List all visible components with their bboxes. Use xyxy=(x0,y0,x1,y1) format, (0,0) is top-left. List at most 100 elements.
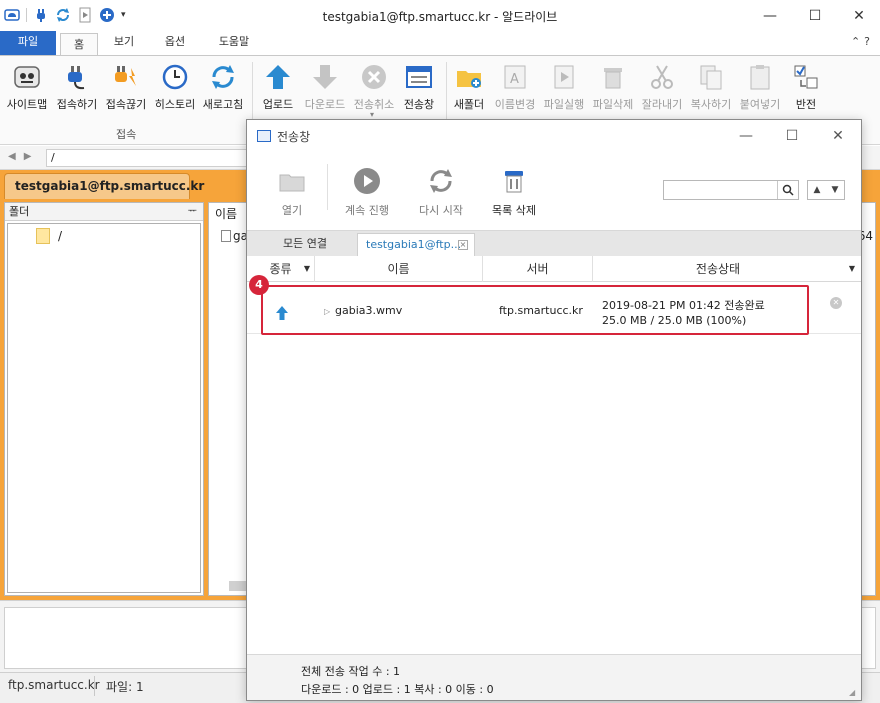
folder-name: / xyxy=(58,229,63,243)
delete-file-button[interactable]: 파일삭제 xyxy=(589,62,637,114)
upload-button[interactable]: 업로드 xyxy=(256,62,300,114)
delete-file-label: 파일삭제 xyxy=(592,98,634,111)
transfer-maximize-button[interactable]: ☐ xyxy=(769,120,815,152)
run-file-button[interactable]: 파일실행 xyxy=(540,62,588,114)
transfer-row[interactable]: ▷ gabia3.wmv ftp.smartucc.kr 2019-08-21 … xyxy=(247,282,861,334)
upload-label: 업로드 xyxy=(262,98,294,111)
total-transfer-count: 전체 전송 작업 수 : 1 xyxy=(301,665,401,678)
restart-label: 다시 시작 xyxy=(419,204,463,217)
dropdown-icon[interactable]: ▼ xyxy=(849,256,855,282)
session-tab[interactable]: testgabia1@ftp.smartucc.kr xyxy=(4,173,204,199)
tab-home[interactable]: 홈 xyxy=(60,33,98,56)
column-name[interactable]: 이름 xyxy=(315,256,483,282)
cancel-transfer-button[interactable]: 전송취소 xyxy=(350,62,398,114)
invert-selection-label: 반전 xyxy=(795,98,817,111)
toolbar-separator xyxy=(327,164,328,210)
open-button[interactable]: 열기 xyxy=(267,166,317,218)
ribbon-collapse-help[interactable]: ⌃? xyxy=(851,35,874,48)
sitemap-button[interactable]: 사이트맵 xyxy=(4,62,50,114)
transfer-window-button[interactable]: 전송창 xyxy=(399,62,439,114)
play-circle-icon xyxy=(354,168,380,194)
plug-disconnect-icon xyxy=(115,66,136,86)
column-server[interactable]: 서버 xyxy=(483,256,593,282)
transfer-close-button[interactable]: ✕ xyxy=(815,120,861,152)
connect-button[interactable]: 접속하기 xyxy=(54,62,100,114)
address-input[interactable]: / xyxy=(46,149,256,167)
invert-selection-button[interactable]: 반전 xyxy=(786,62,826,114)
copy-button[interactable]: 복사하기 xyxy=(687,62,735,114)
dropdown-icon[interactable]: ▼ xyxy=(304,256,310,282)
resume-label: 계속 진행 xyxy=(345,204,389,217)
tab-help[interactable]: 도움말 xyxy=(208,31,260,55)
transfer-minimize-button[interactable]: — xyxy=(723,120,769,152)
folder-open-icon xyxy=(279,174,305,192)
new-folder-button[interactable]: 새폴더 xyxy=(449,62,489,114)
transfer-titlebar: 전송창 — ☐ ✕ xyxy=(247,120,861,152)
tab-close-icon[interactable]: × xyxy=(458,240,468,250)
tab-session-label: testgabia1@ftp... xyxy=(366,238,462,251)
pin-icon[interactable]: ᅲ xyxy=(188,203,197,220)
status-server: ftp.smartucc.kr xyxy=(8,678,100,692)
search-prev-icon[interactable]: ▲ xyxy=(814,185,821,195)
folder-icon xyxy=(36,228,50,244)
svg-text:A: A xyxy=(510,72,519,87)
disconnect-button[interactable]: 접속끊기 xyxy=(103,62,149,114)
resize-grip-icon[interactable]: ◢ xyxy=(849,688,859,698)
download-button[interactable]: 다운로드 xyxy=(301,62,349,114)
column-status[interactable]: 전송상태 ▼ xyxy=(593,256,855,282)
transfer-breakdown: 다운로드 : 0 업로드 : 1 복사 : 0 이동 : 0 xyxy=(301,683,494,696)
search-icon[interactable] xyxy=(777,181,797,199)
cancel-dropdown-icon[interactable]: ▾ xyxy=(370,110,374,119)
run-file-icon xyxy=(554,65,574,89)
remove-row-icon[interactable]: ✕ xyxy=(830,297,842,309)
file-icon xyxy=(221,230,231,242)
clock-icon xyxy=(162,64,188,90)
ribbon-separator xyxy=(446,62,447,122)
search-nav-buttons: ▲ ▼ xyxy=(807,180,845,200)
upload-arrow-icon xyxy=(276,306,288,320)
tab-file[interactable]: 파일 xyxy=(0,31,56,55)
back-forward-icon[interactable]: ◀▶ xyxy=(8,151,39,162)
tab-session-connection[interactable]: testgabia1@ftp... × xyxy=(357,233,475,257)
status-files: 파일: 1 xyxy=(106,680,144,694)
search-next-icon[interactable]: ▼ xyxy=(832,185,839,195)
expand-icon[interactable]: ▷ xyxy=(324,307,330,316)
cancel-circle-icon xyxy=(362,65,386,89)
resume-button[interactable]: 계속 진행 xyxy=(337,166,397,218)
trash-icon xyxy=(604,68,622,89)
folder-pane-header: 폴더 ᅲ xyxy=(5,203,203,221)
folder-item[interactable]: / xyxy=(36,228,62,244)
cut-button[interactable]: 잘라내기 xyxy=(638,62,686,114)
tab-all-connections[interactable]: 모든 연결 xyxy=(253,233,357,257)
rename-icon: A xyxy=(504,65,526,89)
minimize-button[interactable]: — xyxy=(747,0,793,31)
connect-label: 접속하기 xyxy=(56,98,98,111)
restart-icon xyxy=(430,169,452,193)
paste-label: 붙여넣기 xyxy=(739,98,781,111)
sitemap-label: 사이트맵 xyxy=(6,98,48,111)
clear-list-button[interactable]: 목록 삭제 xyxy=(485,166,543,218)
maximize-button[interactable]: ☐ xyxy=(792,0,838,31)
transfer-window: 전송창 — ☐ ✕ 열기 계속 진행 다시 시작 목록 삭제 ▲ ▼ 모든 연결 xyxy=(246,119,862,701)
file-row[interactable]: ga xyxy=(221,229,248,243)
folder-tree: / xyxy=(7,223,201,593)
rename-button[interactable]: A 이름변경 xyxy=(492,62,538,114)
column-status-label: 전송상태 xyxy=(695,262,741,276)
close-button[interactable]: ✕ xyxy=(836,0,880,31)
paste-button[interactable]: 붙여넣기 xyxy=(736,62,784,114)
plug-connect-icon xyxy=(68,66,85,90)
file-name-column-header[interactable]: 이름 xyxy=(215,205,237,222)
new-folder-icon xyxy=(457,71,481,88)
copy-label: 복사하기 xyxy=(690,98,732,111)
cut-label: 잘라내기 xyxy=(641,98,683,111)
tab-view[interactable]: 보기 xyxy=(104,31,144,55)
tab-options[interactable]: 옵션 xyxy=(154,31,196,55)
refresh-button[interactable]: 새로고침 xyxy=(200,62,246,114)
ribbon-tabs: 파일 홈 보기 옵션 도움말 ⌃? xyxy=(0,31,880,56)
paste-icon xyxy=(750,65,770,90)
restart-button[interactable]: 다시 시작 xyxy=(411,166,471,218)
scissors-icon xyxy=(651,65,673,89)
transfer-window-icon xyxy=(257,130,271,142)
history-button[interactable]: 히스토리 xyxy=(152,62,198,114)
transfer-window-icon xyxy=(406,66,432,88)
